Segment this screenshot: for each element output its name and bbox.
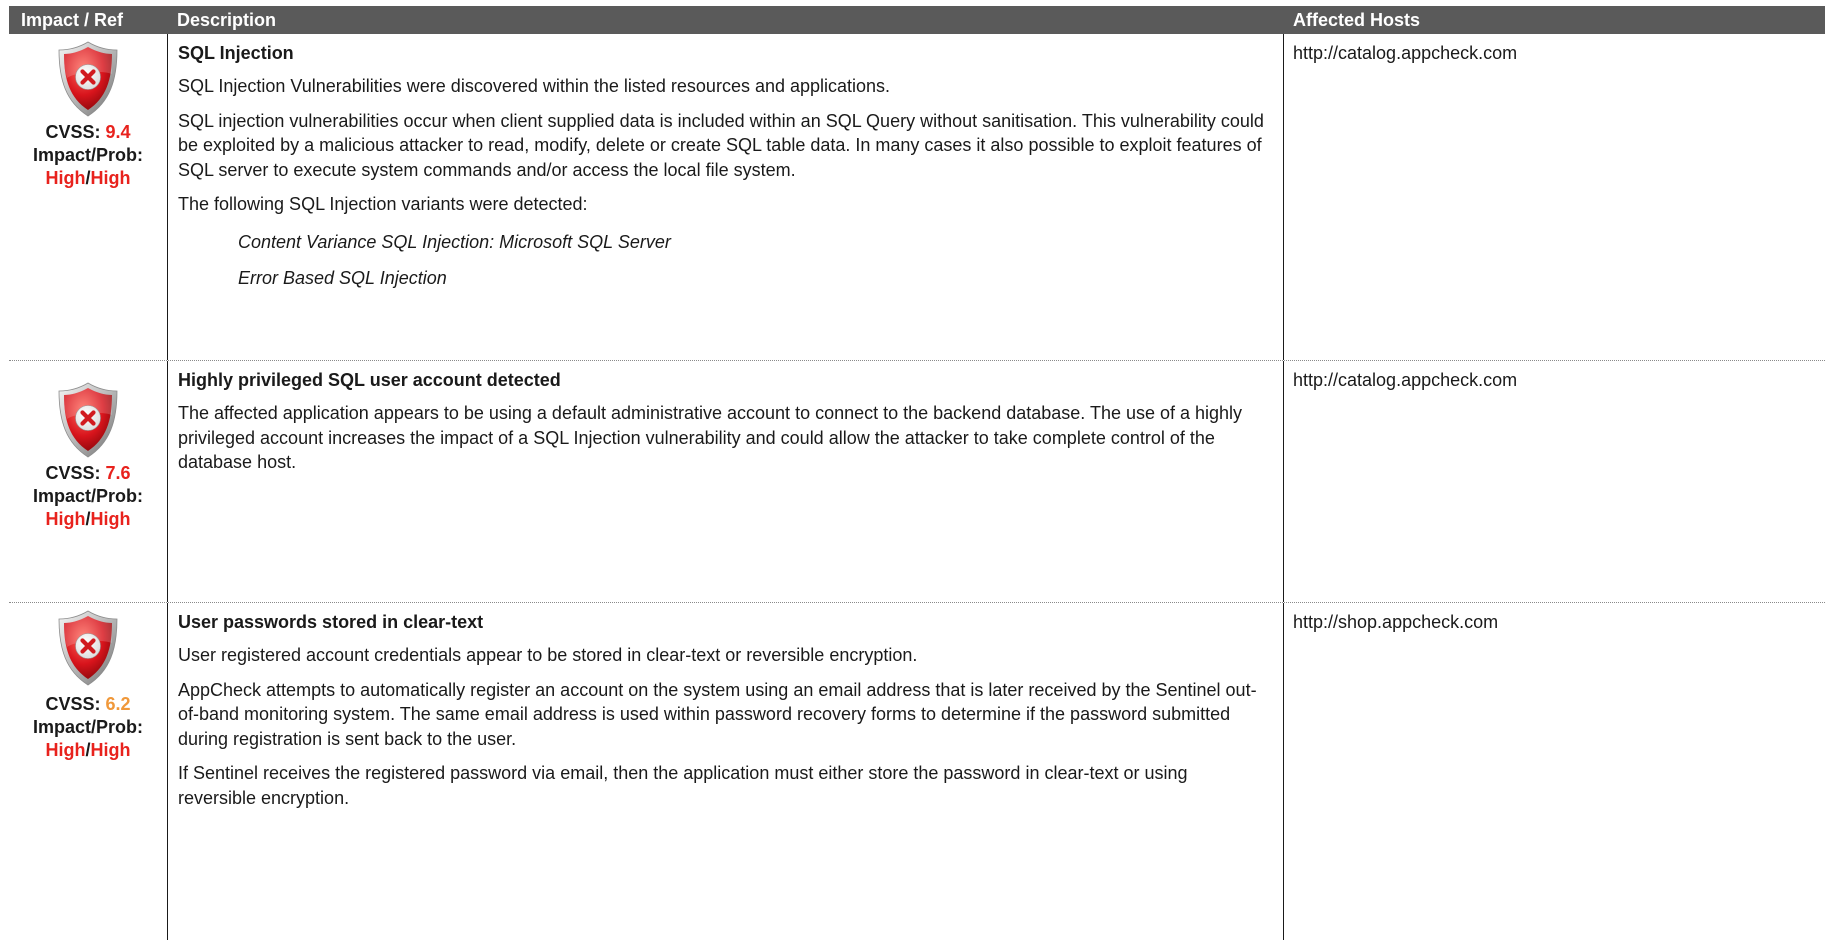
affected-host: http://catalog.appcheck.com (1293, 370, 1518, 390)
cvss-score: 9.4 (105, 122, 131, 142)
shield-error-icon (56, 609, 120, 687)
affected-host: http://catalog.appcheck.com (1293, 43, 1518, 63)
table-row: CVSS: 6.2 Impact/Prob: High/High User pa… (9, 603, 1825, 940)
probability-value: High (90, 509, 131, 529)
finding-title: Highly privileged SQL user account detec… (178, 370, 561, 390)
probability-value: High (90, 168, 131, 188)
impact-value: High (45, 740, 86, 760)
hosts-cell: http://shop.appcheck.com (1284, 603, 1825, 940)
cvss-line: CVSS: 7.6 (45, 462, 130, 485)
probability-value: High (90, 740, 131, 760)
header-affected-hosts: Affected Hosts (1293, 10, 1421, 30)
finding-paragraph: The affected application appears to be u… (178, 403, 1243, 472)
description-cell: Highly privileged SQL user account detec… (167, 361, 1284, 602)
finding-paragraph: User registered account credentials appe… (178, 645, 918, 665)
findings-table: Impact / Ref Description Affected Hosts … (9, 6, 1825, 940)
finding-paragraph: AppCheck attempts to automatically regis… (178, 679, 1257, 749)
finding-paragraph: The following SQL Injection variants wer… (178, 194, 588, 214)
hosts-cell: http://catalog.appcheck.com (1284, 34, 1825, 360)
impact-value: High (45, 509, 86, 529)
cvss-line: CVSS: 9.4 (45, 121, 130, 144)
description-cell: User passwords stored in clear-text User… (167, 603, 1284, 940)
impact-prob-label: Impact/Prob: (32, 717, 143, 737)
impact-prob-label: Impact/Prob: (32, 486, 143, 506)
finding-paragraph: SQL injection vulnerabilities occur when… (178, 110, 1264, 180)
variant-item: Content Variance SQL Injection: Microsof… (238, 231, 671, 252)
header-impact-ref: Impact / Ref (21, 10, 124, 30)
impact-prob-values: High/High (45, 739, 130, 762)
finding-paragraph: If Sentinel receives the registered pass… (178, 763, 1188, 808)
description-cell: SQL Injection SQL Injection Vulnerabilit… (167, 34, 1284, 360)
cvss-score: 6.2 (105, 694, 131, 714)
cvss-label: CVSS: (45, 463, 101, 483)
table-header: Impact / Ref Description Affected Hosts (9, 6, 1825, 34)
impact-prob-values: High/High (45, 508, 130, 531)
shield-error-icon (56, 381, 120, 459)
cvss-line: CVSS: 6.2 (45, 693, 130, 716)
shield-error-icon (56, 40, 120, 118)
table-row: CVSS: 7.6 Impact/Prob: High/High Highly … (9, 361, 1825, 603)
impact-prob-values: High/High (45, 167, 130, 190)
impact-cell: CVSS: 6.2 Impact/Prob: High/High (9, 603, 167, 940)
cvss-score: 7.6 (105, 463, 131, 483)
cvss-label: CVSS: (45, 694, 101, 714)
affected-host: http://shop.appcheck.com (1293, 612, 1499, 632)
cvss-label: CVSS: (45, 122, 101, 142)
header-description: Description (177, 10, 277, 30)
finding-title: User passwords stored in clear-text (178, 612, 484, 632)
finding-paragraph: SQL Injection Vulnerabilities were disco… (178, 76, 891, 96)
impact-cell: CVSS: 9.4 Impact/Prob: High/High (9, 34, 167, 360)
impact-value: High (45, 168, 86, 188)
hosts-cell: http://catalog.appcheck.com (1284, 361, 1825, 602)
impact-prob-label: Impact/Prob: (32, 145, 143, 165)
impact-cell: CVSS: 7.6 Impact/Prob: High/High (9, 361, 167, 602)
table-row: CVSS: 9.4 Impact/Prob: High/High SQL Inj… (9, 34, 1825, 361)
variant-item: Error Based SQL Injection (238, 267, 447, 288)
finding-title: SQL Injection (178, 43, 294, 63)
